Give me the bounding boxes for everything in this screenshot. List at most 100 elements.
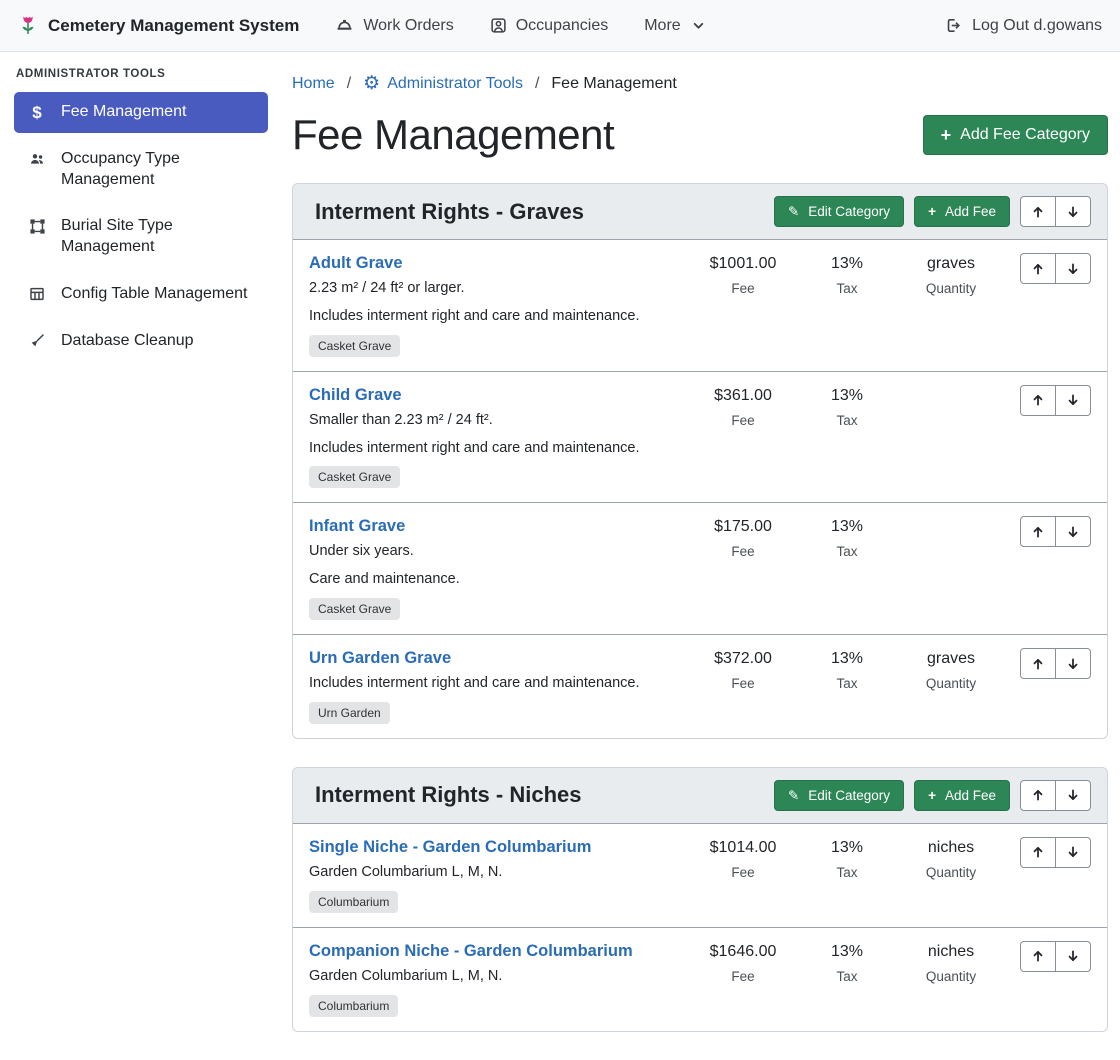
fee-description-1: Includes interment right and care and ma… [309, 674, 691, 693]
nav-work-orders-label: Work Orders [363, 17, 453, 35]
sidebar-item-label: Burial Site Type Management [61, 216, 256, 258]
move-fee-up-button[interactable] [1020, 385, 1056, 416]
fee-amount-value: $361.00 [691, 387, 795, 405]
plus-icon: + [928, 205, 936, 219]
fee-name-link[interactable]: Companion Niche - Garden Columbarium [309, 942, 633, 961]
fee-tax-label: Tax [795, 413, 899, 428]
sidebar-item-label: Occupancy Type Management [61, 149, 256, 191]
fee-amount-label: Fee [691, 969, 795, 984]
move-fee-up-button[interactable] [1020, 648, 1056, 679]
sidebar-item-occupancy-type-management[interactable]: Occupancy Type Management [14, 139, 268, 201]
fee-description-2: Includes interment right and care and ma… [309, 439, 691, 458]
sidebar-item-burial-site-type-management[interactable]: Burial Site Type Management [14, 206, 268, 268]
move-category-up-button[interactable] [1020, 780, 1056, 811]
move-category-down-button[interactable] [1055, 196, 1091, 227]
nav-work-orders[interactable]: Work Orders [335, 17, 453, 35]
breadcrumb-admin-tools[interactable]: ⚙ Administrator Tools [363, 74, 523, 93]
fee-quantity-value: graves [899, 650, 1003, 668]
app-brand[interactable]: Cemetery Management System [18, 15, 299, 37]
fee-tax-value: 13% [795, 255, 899, 273]
app-title: Cemetery Management System [48, 16, 299, 36]
fee-name-link[interactable]: Single Niche - Garden Columbarium [309, 838, 591, 857]
nav-occupancies[interactable]: Occupancies [490, 17, 609, 35]
move-fee-down-button[interactable] [1055, 837, 1091, 868]
category-title: Interment Rights - Graves [309, 199, 584, 225]
fee-reorder-controls [1003, 516, 1091, 547]
breadcrumb-home[interactable]: Home [292, 75, 335, 93]
fee-amount-col: $175.00 Fee [691, 516, 795, 559]
fee-main: Adult Grave 2.23 m² / 24 ft² or larger. … [309, 253, 691, 357]
fee-amount-label: Fee [691, 544, 795, 559]
fee-quantity-col [899, 385, 1003, 387]
move-category-up-button[interactable] [1020, 196, 1056, 227]
fee-row: Adult Grave 2.23 m² / 24 ft² or larger. … [293, 240, 1107, 371]
sidebar-item-database-cleanup[interactable]: Database Cleanup [14, 321, 268, 362]
fee-quantity-value: niches [899, 839, 1003, 857]
fee-description-1: Smaller than 2.23 m² / 24 ft². [309, 411, 691, 430]
move-fee-down-button[interactable] [1055, 648, 1091, 679]
category-title: Interment Rights - Niches [309, 782, 581, 808]
sidebar-item-fee-management[interactable]: $Fee Management [14, 92, 268, 133]
category-reorder-controls [1020, 780, 1091, 811]
fee-amount-label: Fee [691, 676, 795, 691]
page-title: Fee Management [292, 111, 614, 159]
fee-description-1: Garden Columbarium L, M, N. [309, 863, 691, 882]
fee-row: Companion Niche - Garden Columbarium Gar… [293, 927, 1107, 1031]
fee-quantity-label: Quantity [899, 281, 1003, 296]
move-fee-down-button[interactable] [1055, 253, 1091, 284]
fee-quantity-col: graves Quantity [899, 253, 1003, 296]
fee-amount-label: Fee [691, 281, 795, 296]
add-fee-button[interactable]: + Add Fee [914, 196, 1010, 227]
edit-category-label: Edit Category [808, 788, 890, 803]
fee-quantity-label: Quantity [899, 865, 1003, 880]
fee-tax-value: 13% [795, 943, 899, 961]
logout-icon [944, 17, 963, 34]
fee-name-link[interactable]: Adult Grave [309, 254, 403, 273]
fee-main: Urn Garden Grave Includes interment righ… [309, 648, 691, 724]
fee-name-link[interactable]: Infant Grave [309, 517, 405, 536]
fee-tax-col: 13% Tax [795, 648, 899, 691]
move-fee-up-button[interactable] [1020, 253, 1056, 284]
logout-button[interactable]: Log Out d.gowans [944, 17, 1102, 35]
fee-quantity-col: niches Quantity [899, 941, 1003, 984]
chevron-down-icon [692, 19, 705, 32]
sidebar-item-label: Database Cleanup [61, 331, 194, 352]
add-fee-category-button[interactable]: + Add Fee Category [923, 115, 1108, 155]
fee-row: Infant Grave Under six years. Care and m… [293, 502, 1107, 634]
fee-name-link[interactable]: Urn Garden Grave [309, 649, 451, 668]
move-fee-down-button[interactable] [1055, 516, 1091, 547]
fee-quantity-label: Quantity [899, 676, 1003, 691]
nav-more[interactable]: More [644, 17, 704, 35]
fee-tax-label: Tax [795, 865, 899, 880]
sidebar-heading: ADMINISTRATOR TOOLS [14, 64, 268, 92]
fee-description-1: Under six years. [309, 542, 691, 561]
breadcrumb-admin-tools-label: Administrator Tools [387, 75, 523, 93]
move-fee-up-button[interactable] [1020, 516, 1056, 547]
edit-category-label: Edit Category [808, 204, 890, 219]
move-fee-up-button[interactable] [1020, 837, 1056, 868]
fee-tax-col: 13% Tax [795, 253, 899, 296]
fee-tax-value: 13% [795, 650, 899, 668]
fee-list: Single Niche - Garden Columbarium Garden… [293, 824, 1107, 1031]
breadcrumb-current: Fee Management [551, 75, 676, 93]
sidebar: ADMINISTRATOR TOOLS $Fee Management Occup… [0, 52, 280, 368]
fee-reorder-controls [1003, 385, 1091, 416]
fee-reorder-controls [1003, 837, 1091, 868]
move-category-down-button[interactable] [1055, 780, 1091, 811]
move-fee-down-button[interactable] [1055, 385, 1091, 416]
move-fee-up-button[interactable] [1020, 941, 1056, 972]
edit-category-button[interactable]: ✎ Edit Category [774, 196, 904, 227]
sidebar-item-config-table-management[interactable]: Config Table Management [14, 274, 268, 315]
add-fee-button[interactable]: + Add Fee [914, 780, 1010, 811]
fee-name-link[interactable]: Child Grave [309, 386, 402, 405]
move-fee-down-button[interactable] [1055, 941, 1091, 972]
edit-category-button[interactable]: ✎ Edit Category [774, 780, 904, 811]
fee-amount-col: $1001.00 Fee [691, 253, 795, 296]
fee-type-badge: Casket Grave [309, 335, 400, 357]
sidebar-item-label: Fee Management [61, 102, 186, 123]
pencil-icon: ✎ [788, 205, 799, 219]
fee-main: Companion Niche - Garden Columbarium Gar… [309, 941, 691, 1017]
fee-type-badge: Casket Grave [309, 466, 400, 488]
fee-tax-label: Tax [795, 676, 899, 691]
fee-tax-value: 13% [795, 518, 899, 536]
